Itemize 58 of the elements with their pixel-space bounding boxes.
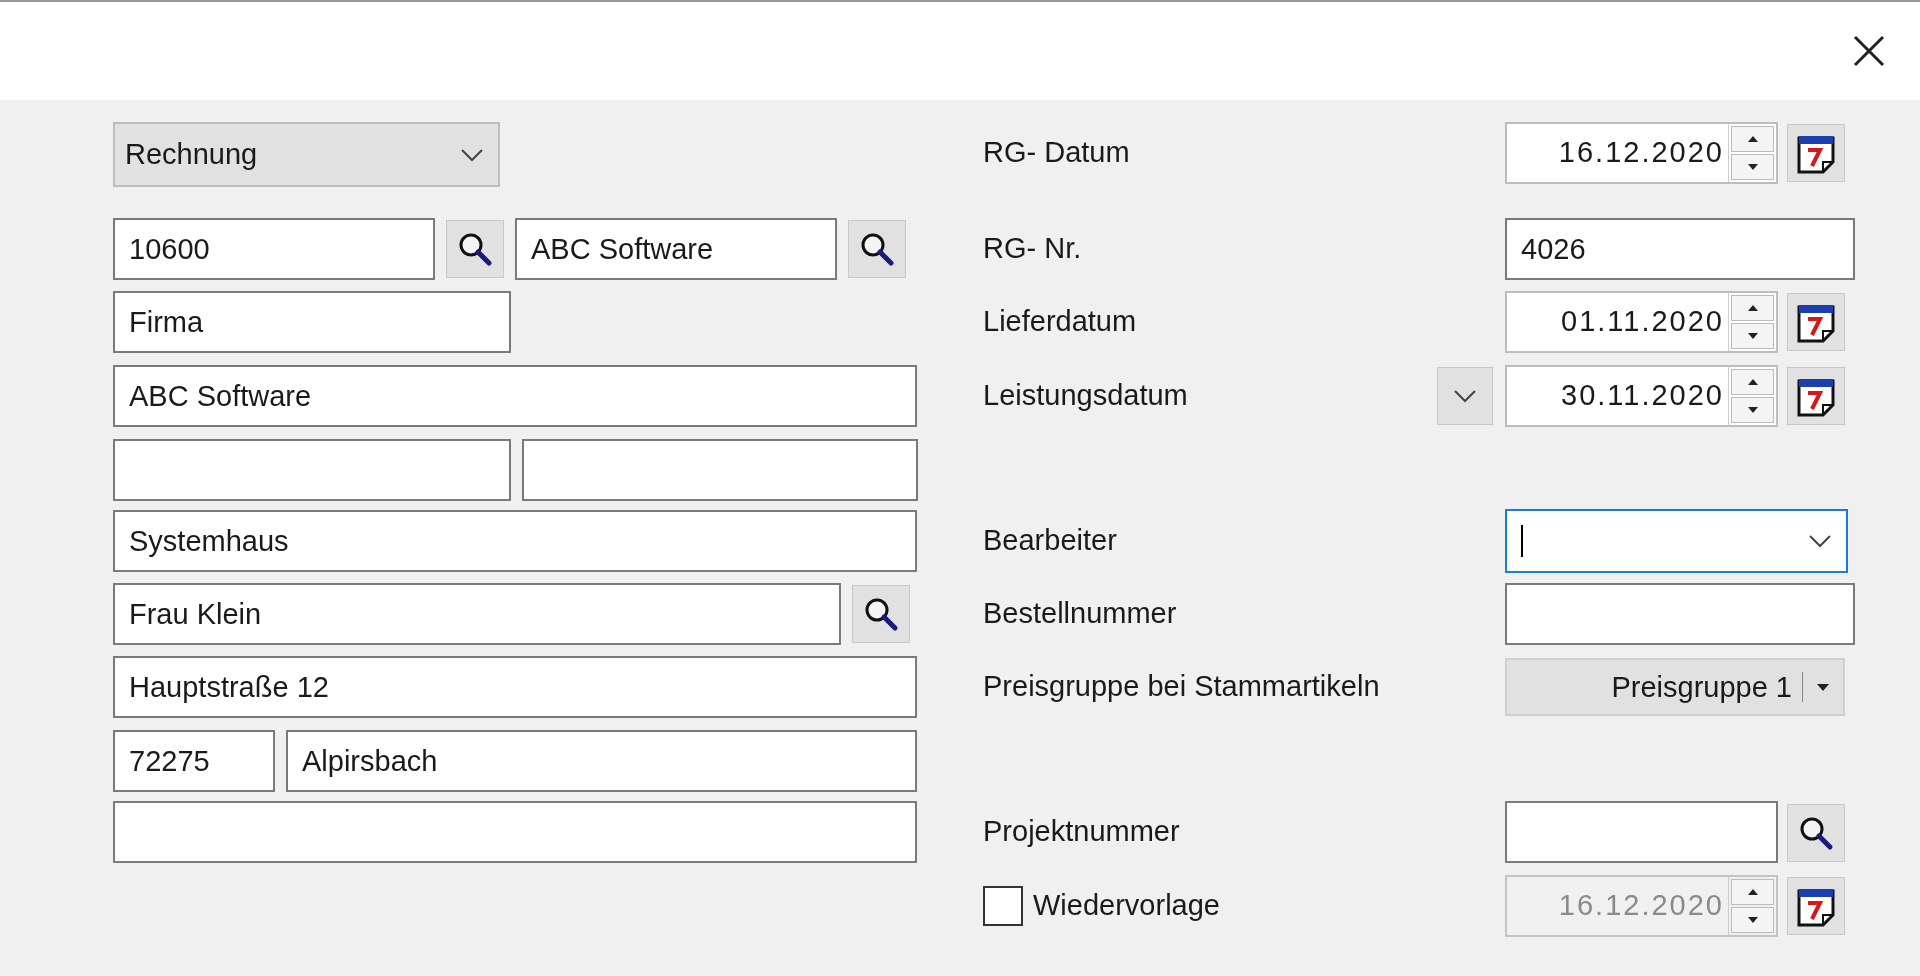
text-field[interactable]: Frau Klein (113, 583, 841, 645)
text-field[interactable]: 10600 (113, 218, 435, 280)
search-icon (457, 231, 493, 267)
text-field[interactable]: ABC Software (515, 218, 837, 280)
calendar-button[interactable] (1787, 367, 1845, 425)
date-field[interactable]: 01.11.2020 (1505, 291, 1778, 353)
up-arrow-icon (1747, 379, 1758, 385)
field-label: Leistungsdatum (983, 378, 1189, 414)
text-field[interactable]: Alpirsbach (286, 730, 917, 792)
up-arrow-icon (1747, 889, 1758, 895)
search-button[interactable] (1787, 804, 1845, 862)
search-button[interactable] (848, 220, 906, 278)
combo-box[interactable] (1505, 509, 1848, 573)
text-field[interactable]: 72275 (113, 730, 275, 792)
date-field[interactable]: 30.11.2020 (1505, 365, 1778, 427)
field-label: Projektnummer (983, 814, 1181, 850)
price-group-dropdown[interactable]: Preisgruppe 1 (1505, 658, 1845, 716)
search-button[interactable] (446, 220, 504, 278)
search-icon (859, 231, 895, 267)
field-label: Lieferdatum (983, 304, 1138, 340)
search-icon (1798, 815, 1834, 851)
search-button[interactable] (852, 585, 910, 643)
date-field[interactable]: 16.12.2020 (1505, 122, 1778, 184)
text-field[interactable]: ABC Software (113, 365, 917, 427)
search-icon (863, 596, 899, 632)
field-label: Bestellnummer (983, 596, 1178, 632)
text-field[interactable] (1505, 801, 1778, 863)
up-arrow-icon (1747, 136, 1758, 142)
text-field[interactable]: 4026 (1505, 218, 1855, 280)
document-type-dropdown[interactable]: Rechnung (113, 122, 500, 187)
text-field[interactable] (1505, 583, 1855, 645)
text-field[interactable]: Hauptstraße 12 (113, 656, 917, 718)
down-arrow-icon (1747, 917, 1758, 923)
calendar-button[interactable] (1787, 877, 1845, 935)
spin-buttons[interactable] (1728, 367, 1776, 425)
calendar-button[interactable] (1787, 124, 1845, 182)
text-field[interactable] (522, 439, 918, 501)
chevron-down-icon (1453, 389, 1477, 403)
field-label: Bearbeiter (983, 523, 1118, 559)
spin-buttons[interactable] (1728, 124, 1776, 182)
down-arrow-icon (1747, 407, 1758, 413)
up-arrow-icon (1747, 305, 1758, 311)
field-label: Wiedervorlage (1033, 888, 1221, 924)
close-icon (1852, 34, 1886, 68)
down-arrow-icon (1747, 164, 1758, 170)
down-arrow-icon (1747, 333, 1758, 339)
chevron-down-icon (1808, 534, 1832, 548)
chevron-down-icon (460, 147, 484, 162)
calendar-button[interactable] (1787, 293, 1845, 351)
field-label: RG- Nr. (983, 231, 1083, 267)
field-label: RG- Datum (983, 135, 1131, 171)
text-field[interactable]: Firma (113, 291, 511, 353)
text-field[interactable]: Systemhaus (113, 510, 917, 572)
spin-buttons[interactable] (1728, 293, 1776, 351)
down-arrow-icon (1817, 683, 1829, 691)
field-label: Preisgruppe bei Stammartikeln (983, 669, 1381, 705)
text-field[interactable] (113, 801, 917, 863)
text-field[interactable] (113, 439, 511, 501)
